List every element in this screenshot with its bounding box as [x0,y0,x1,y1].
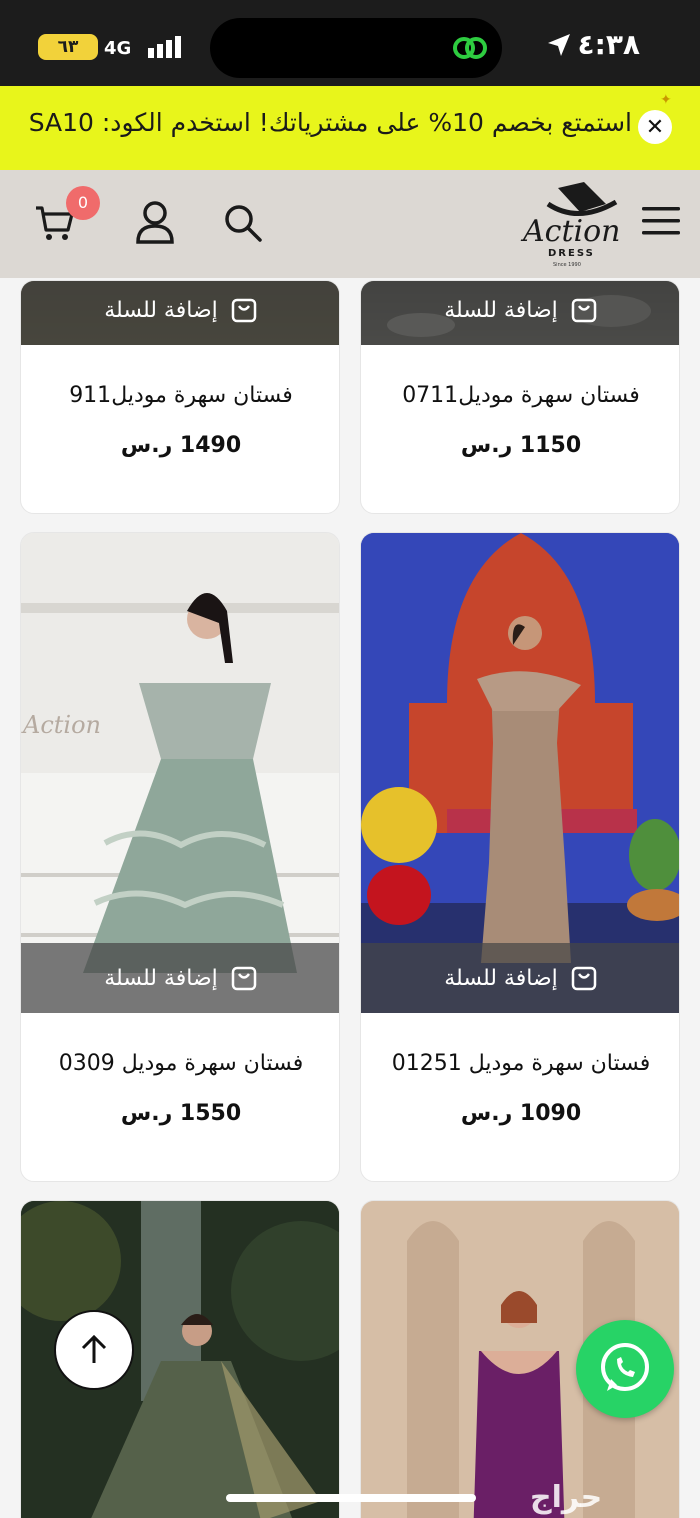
status-bar: ٦٣ 4G ٤:٣٨ [0,0,700,86]
location-arrow-icon [548,34,570,56]
home-indicator [226,1494,476,1502]
add-to-cart-label: إضافة للسلة [104,965,218,991]
signal-icon: 4G [104,36,181,59]
link-icon [453,37,487,59]
product-card[interactable]: إضافة للسلة فستان سهرة موديل911 1490 ر.س [20,280,340,514]
bag-icon [571,298,596,323]
product-image[interactable] [361,533,679,1013]
product-card[interactable]: Action إضافة للسلة فستان سهرة موديل 0309… [20,532,340,1182]
bag-icon [231,298,256,323]
product-card[interactable]: إضافة للسلة فستان سهرة موديل 01251 1090 … [360,532,680,1182]
product-price: 1550 ر.س [120,1101,242,1126]
status-time: ٤:٣٨ [577,28,640,61]
product-name[interactable]: فستان سهرة موديل0711 [361,383,679,408]
logo-title: Action [523,214,621,249]
product-price: 1490 ر.س [120,433,242,458]
network-label: 4G [104,38,131,59]
product-card[interactable]: إضافة للسلة فستان سهرة موديل0711 1150 ر.… [360,280,680,514]
product-price: 1150 ر.س [460,433,582,458]
dress-photo-01251 [361,533,679,1013]
svg-text:Action: Action [21,711,101,739]
add-to-cart-button[interactable]: إضافة للسلة [361,281,679,345]
user-icon[interactable] [134,200,176,244]
close-icon: ✕ [645,114,665,140]
add-to-cart-label: إضافة للسلة [444,965,558,991]
promo-text: استمتع بخصم 10% على مشترياتك! استخدم الك… [28,108,632,137]
whatsapp-button[interactable] [576,1320,674,1418]
hamburger-menu-icon[interactable] [642,206,680,236]
promo-close-button[interactable]: ✕ [638,110,672,144]
bag-icon [231,966,256,991]
product-name[interactable]: فستان سهرة موديل 0309 [21,1051,339,1076]
cart-count-badge: 0 [66,186,100,220]
product-price: 1090 ر.س [460,1101,582,1126]
product-name[interactable]: فستان سهرة موديل911 [21,383,339,408]
dress-photo-0309: Action [21,533,339,1013]
search-icon[interactable] [222,202,264,244]
add-to-cart-label: إضافة للسلة [104,297,218,323]
watermark-logo: حراج [530,1480,603,1515]
battery-indicator: ٦٣ [38,34,98,60]
whatsapp-icon [601,1343,649,1391]
product-image[interactable]: Action [21,533,339,1013]
promo-banner: استمتع بخصم 10% على مشترياتك! استخدم الك… [0,86,700,170]
product-name[interactable]: فستان سهرة موديل 01251 [361,1051,679,1076]
arrow-up-icon [81,1334,107,1363]
logo-subtitle: DRESS [548,248,595,259]
logo-since: Since 1990 [553,262,581,268]
sparkle-icon: ✦ [660,92,672,108]
bag-icon [571,966,596,991]
add-to-cart-label: إضافة للسلة [444,297,558,323]
add-to-cart-button[interactable]: إضافة للسلة [361,943,679,1013]
page: ٦٣ 4G ٤:٣٨ استمتع بخصم 10% على مشترياتك!… [0,0,700,1518]
scroll-to-top-button[interactable] [54,1310,134,1390]
add-to-cart-button[interactable]: إضافة للسلة [21,943,339,1013]
add-to-cart-button[interactable]: إضافة للسلة [21,281,339,345]
